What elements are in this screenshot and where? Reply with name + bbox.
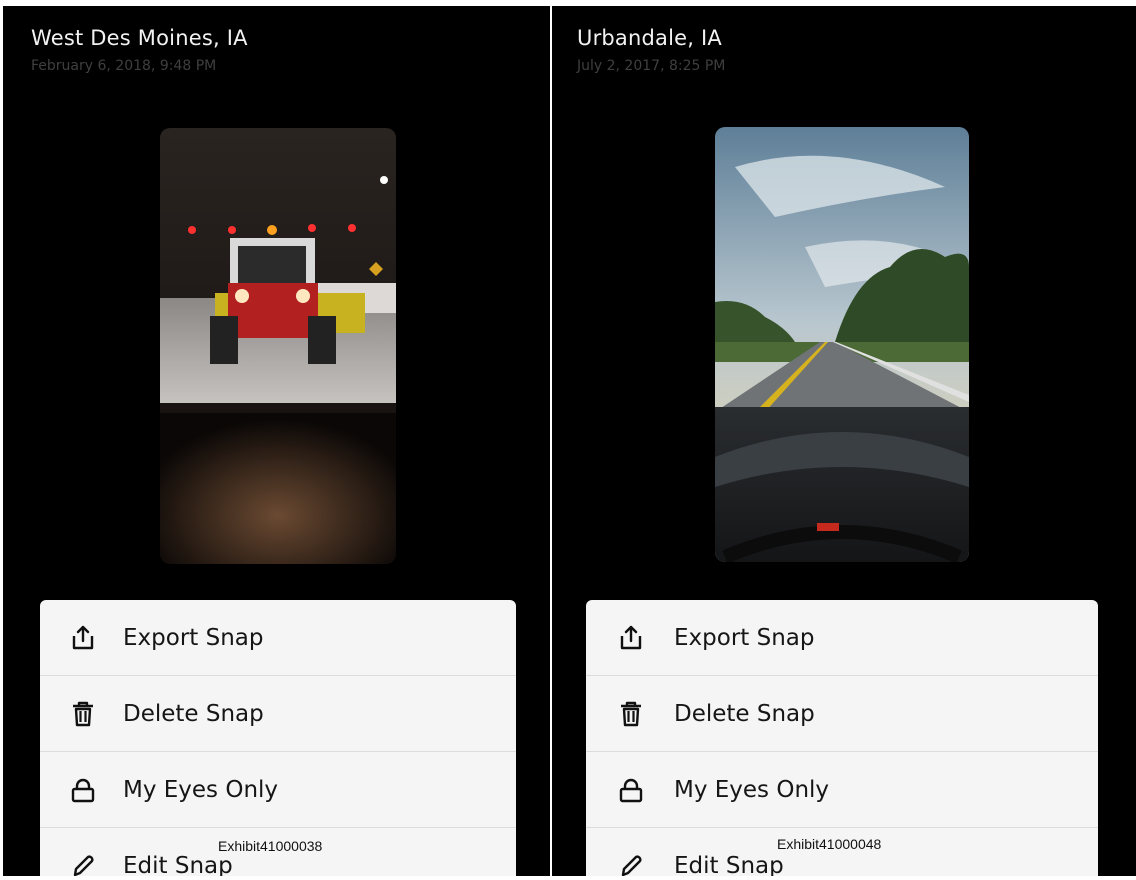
trash-icon	[68, 699, 98, 729]
lock-icon	[616, 775, 646, 805]
delete-snap-label: Delete Snap	[674, 700, 815, 727]
export-snap-label: Export Snap	[674, 624, 815, 651]
edit-snap-label: Edit Snap	[674, 852, 784, 877]
my-eyes-only-item[interactable]: My Eyes Only	[40, 752, 516, 828]
snap-thumbnail-night-plow[interactable]	[160, 128, 396, 564]
pencil-icon	[616, 851, 646, 877]
export-snap-label: Export Snap	[123, 624, 264, 651]
my-eyes-only-label: My Eyes Only	[674, 776, 830, 803]
my-eyes-only-label: My Eyes Only	[123, 776, 279, 803]
my-eyes-only-item[interactable]: My Eyes Only	[586, 752, 1098, 828]
snap-timestamp: February 6, 2018, 9:48 PM	[31, 58, 217, 74]
delete-snap-item[interactable]: Delete Snap	[586, 676, 1098, 752]
snap-thumbnail-country-road[interactable]	[715, 127, 969, 562]
exhibit-label-right: Exhibit41000048	[776, 836, 883, 852]
export-icon	[616, 623, 646, 653]
export-snap-item[interactable]: Export Snap	[40, 600, 516, 676]
export-snap-item[interactable]: Export Snap	[586, 600, 1098, 676]
snap-timestamp: July 2, 2017, 8:25 PM	[577, 58, 726, 74]
snap-action-menu: Export Snap Delete Snap My Eyes Only Edi…	[40, 600, 516, 876]
export-icon	[68, 623, 98, 653]
location-title: Urbandale, IA	[577, 26, 722, 50]
trash-icon	[616, 699, 646, 729]
exhibit-label-left: Exhibit41000038	[217, 838, 324, 854]
delete-snap-label: Delete Snap	[123, 700, 264, 727]
lock-icon	[68, 775, 98, 805]
snap-panel-right: Urbandale, IA July 2, 2017, 8:25 PM Expo…	[552, 6, 1136, 876]
delete-snap-item[interactable]: Delete Snap	[40, 676, 516, 752]
location-title: West Des Moines, IA	[31, 26, 248, 50]
snap-panel-left: West Des Moines, IA February 6, 2018, 9:…	[3, 6, 550, 876]
edit-snap-label: Edit Snap	[123, 852, 233, 877]
snap-action-menu: Export Snap Delete Snap My Eyes Only Edi…	[586, 600, 1098, 876]
pencil-icon	[68, 851, 98, 877]
